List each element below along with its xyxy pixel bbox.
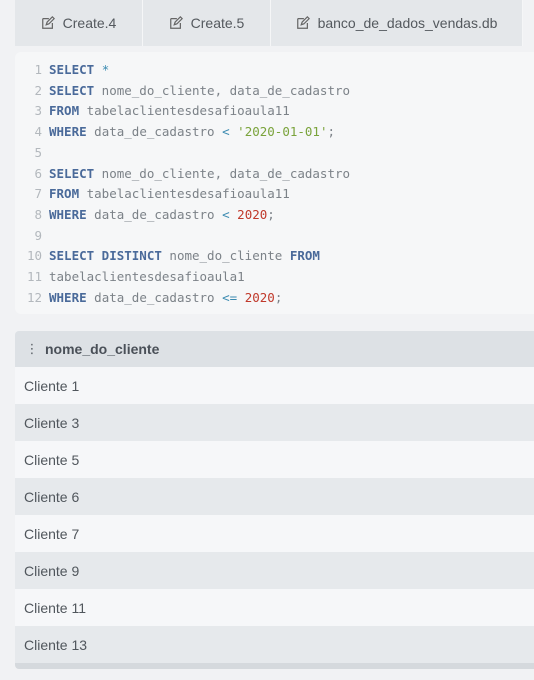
table-scrollbar[interactable]	[15, 663, 534, 669]
code-line[interactable]: 3 FROM tabelaclientesdesafioaula11	[15, 101, 534, 121]
table-cell: Cliente 11	[24, 599, 87, 616]
table-header: ⋮ nome_do_cliente	[15, 331, 534, 367]
line-number: 12	[26, 289, 42, 305]
table-row[interactable]: Cliente 6	[15, 478, 534, 515]
tab-create-4[interactable]: Create.4	[15, 0, 143, 46]
line-number: 11	[26, 269, 42, 284]
line-number: 2	[34, 82, 42, 98]
code-line[interactable]: 10 SELECT DISTINCT nome_do_cliente FROM	[15, 246, 534, 266]
line-number: 8	[34, 206, 42, 222]
code-line[interactable]: 6 SELECT nome_do_cliente, data_de_cadastr…	[15, 164, 534, 184]
code-token: <	[222, 124, 230, 140]
edit-icon	[41, 16, 55, 30]
line-number: 7	[34, 186, 42, 202]
code-token: '2020-01-01'	[237, 124, 328, 140]
table-cell: Cliente 9	[24, 562, 80, 579]
code-line[interactable]: 7 FROM tabelaclientesdesafioaula11	[15, 184, 534, 204]
code-line[interactable]: 11 tabelaclientesdesafioaula1	[15, 267, 534, 287]
code-token: WHERE	[49, 124, 87, 140]
sql-editor[interactable]: 1 SELECT * 2 SELECT nome_do_cliente, data_d…	[15, 52, 534, 314]
code-token: *	[101, 62, 110, 77]
code-line[interactable]: 8 WHERE data_de_cadastro < 2020;	[15, 205, 534, 225]
line-number: 4	[34, 124, 42, 140]
tab-bar: Create.4 Create.5 banco_de_dados_vendas.…	[15, 0, 534, 46]
code-token: ;	[267, 206, 275, 222]
code-token: tabelaclientesdesafioaula1	[49, 269, 245, 284]
results-table: ⋮ nome_do_cliente Cliente 1 Cliente 3 Clie…	[15, 331, 534, 669]
code-token: tabelaclientesdesafioaula11	[79, 186, 290, 202]
table-row[interactable]: Cliente 11	[15, 589, 534, 626]
column-header-nome-do-cliente[interactable]: nome_do_cliente	[45, 341, 159, 357]
table-body: Cliente 1 Cliente 3 Cliente 5 Cliente 6 Clie…	[15, 367, 534, 663]
column-menu-icon[interactable]: ⋮	[25, 341, 39, 357]
code-token: nome_do_cliente, data_de_cadastro	[94, 82, 351, 98]
line-number: 5	[34, 144, 42, 160]
code-line[interactable]: 9	[15, 226, 534, 246]
table-row[interactable]: Cliente 9	[15, 552, 534, 589]
edit-icon	[296, 16, 310, 30]
edit-icon	[169, 16, 183, 30]
line-number: 1	[34, 62, 42, 77]
table-cell: Cliente 3	[24, 414, 80, 431]
code-token: data_de_cadastro	[86, 124, 223, 140]
tab-label: banco_de_dados_vendas.db	[317, 15, 498, 31]
code-token: WHERE	[49, 206, 87, 222]
code-line[interactable]: 2 SELECT nome_do_cliente, data_de_cadastr…	[15, 81, 534, 101]
code-token: data_de_cadastro	[86, 206, 223, 222]
code-line[interactable]: 4 WHERE data_de_cadastro < '2020-01-01';	[15, 122, 534, 142]
code-token: nome_do_cliente	[161, 248, 290, 264]
line-number: 9	[34, 227, 42, 243]
code-token: ;	[274, 289, 283, 305]
table-cell: Cliente 1	[24, 377, 80, 394]
table-cell: Cliente 13	[24, 636, 88, 653]
code-token: <=	[222, 289, 238, 305]
table-row[interactable]: Cliente 13	[15, 626, 534, 663]
code-token: FROM	[49, 186, 80, 202]
table-row[interactable]: Cliente 5	[15, 441, 534, 478]
code-token: SELECT	[49, 62, 95, 77]
tab-label: Create.5	[190, 15, 245, 31]
code-token: WHERE	[49, 289, 87, 305]
code-token: SELECT	[49, 82, 95, 98]
tab-label: Create.4	[62, 15, 117, 31]
table-cell: Cliente 7	[24, 525, 80, 542]
code-token: tabelaclientesdesafioaula11	[79, 103, 290, 119]
code-line[interactable]: 1 SELECT *	[15, 60, 534, 80]
code-token: <	[222, 206, 230, 222]
tab-banco-de-dados-vendas[interactable]: banco_de_dados_vendas.db	[271, 0, 523, 46]
table-row[interactable]: Cliente 3	[15, 404, 534, 441]
code-line[interactable]: 5	[15, 143, 534, 163]
table-row[interactable]: Cliente 7	[15, 515, 534, 552]
code-token: data_de_cadastro	[86, 289, 223, 305]
code-token: 2020	[237, 206, 268, 222]
table-row[interactable]: Cliente 1	[15, 367, 534, 404]
code-token: FROM	[49, 103, 80, 119]
tab-create-5[interactable]: Create.5	[143, 0, 271, 46]
code-token: 2020	[244, 289, 275, 305]
table-cell: Cliente 5	[24, 451, 80, 468]
code-token: SELECT DISTINCT	[49, 248, 162, 264]
code-token: FROM	[289, 248, 320, 264]
line-number: 10	[26, 248, 42, 264]
code-token: SELECT	[49, 165, 95, 181]
line-number: 6	[34, 165, 42, 181]
code-token: ;	[327, 124, 336, 140]
code-token: nome_do_cliente, data_de_cadastro	[94, 165, 351, 181]
line-number: 3	[34, 103, 42, 119]
table-cell: Cliente 6	[24, 488, 80, 505]
code-line[interactable]: 12 WHERE data_de_cadastro <= 2020;	[15, 288, 534, 308]
